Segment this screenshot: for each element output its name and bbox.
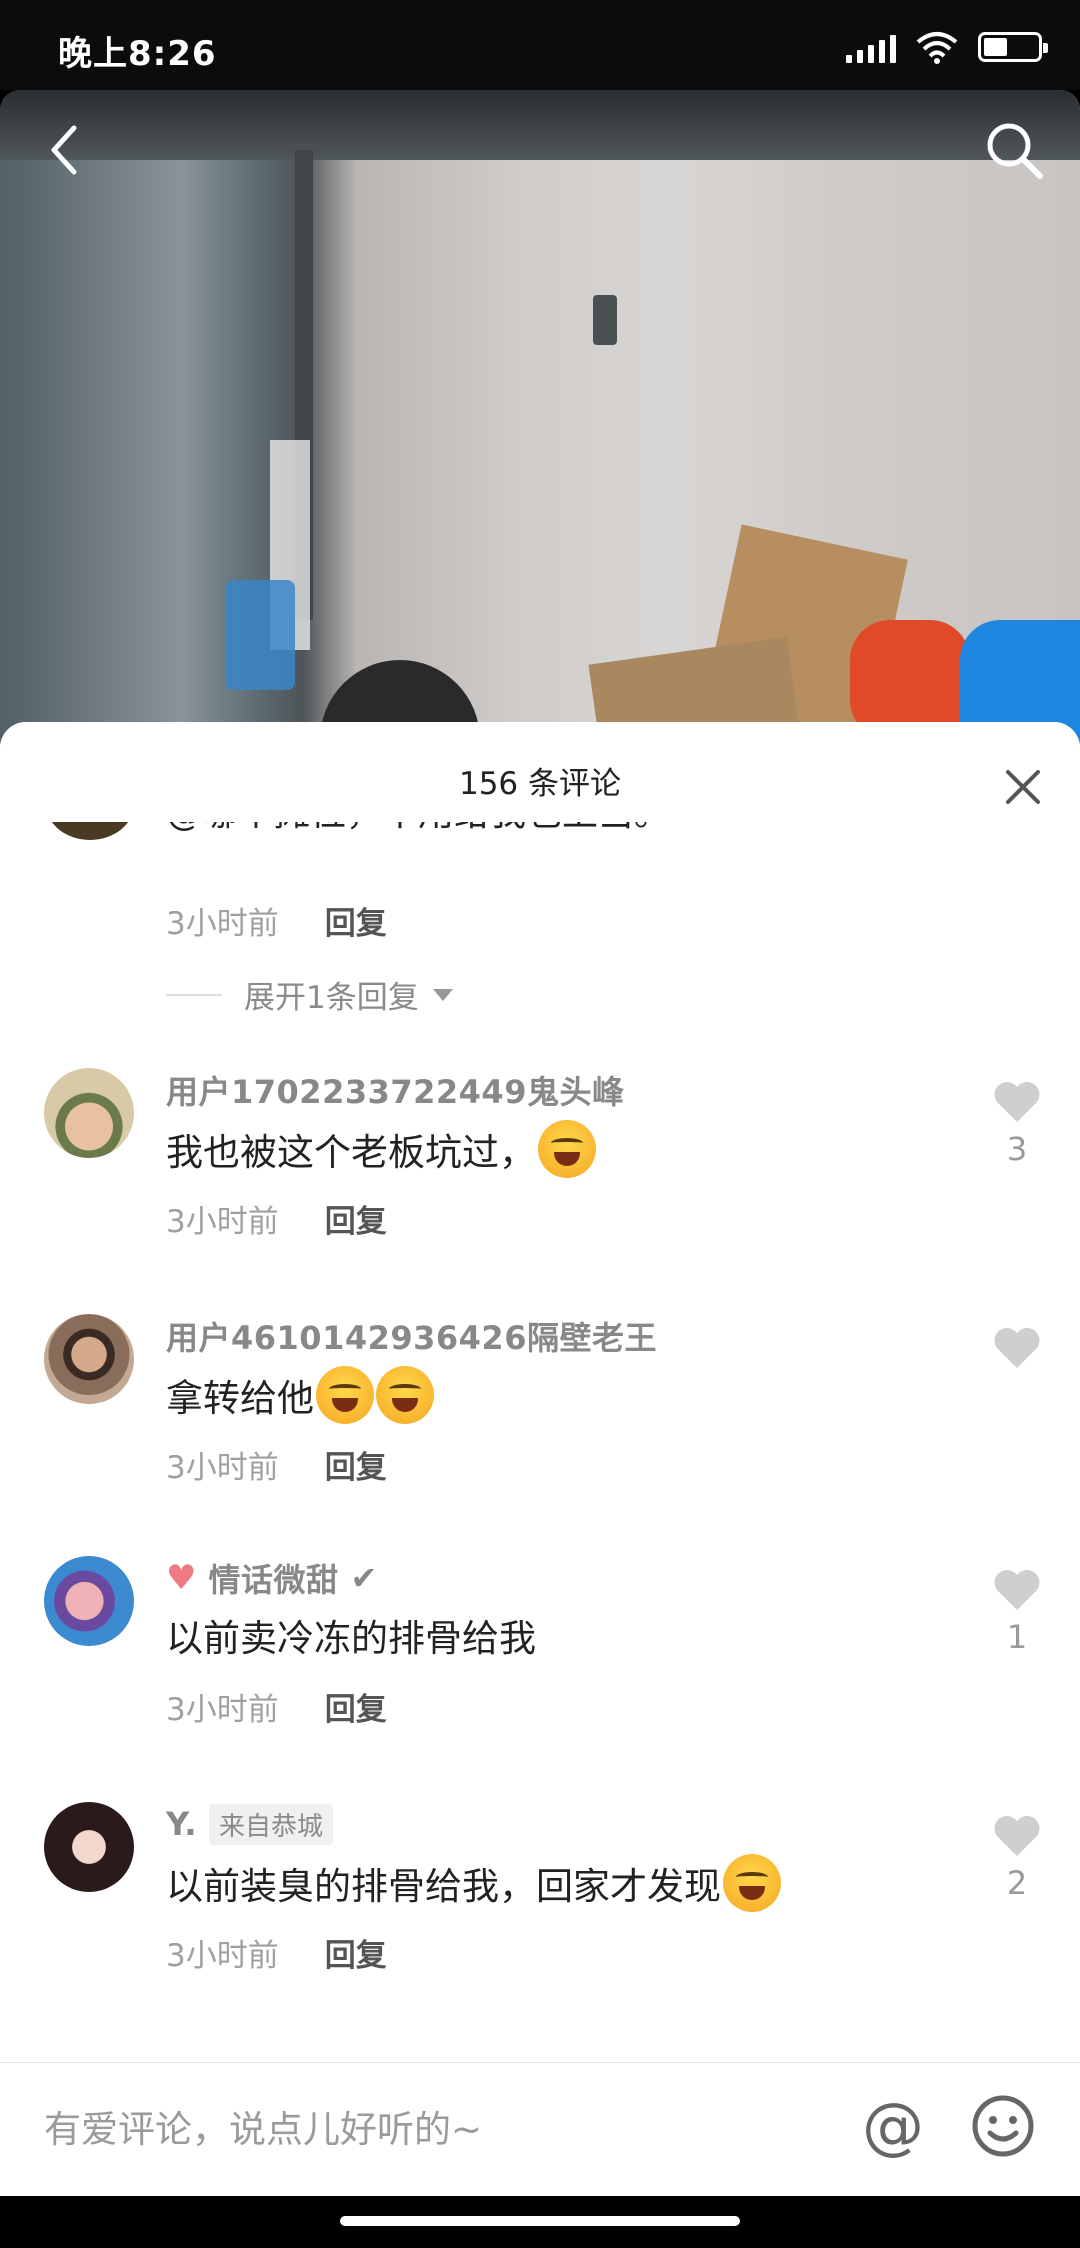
like-button[interactable]: 3 [982, 1080, 1052, 1168]
home-indicator[interactable] [340, 2216, 740, 2226]
comment-text: 拿转给他 [166, 1366, 434, 1424]
status-icons [846, 30, 1048, 64]
comment-time: 3小时前 [166, 1450, 279, 1486]
reply-button[interactable]: 回复 [325, 1442, 387, 1487]
like-button[interactable] [982, 1326, 1052, 1376]
like-count: 3 [1006, 1130, 1028, 1168]
comment-count-title: 156 条评论 [458, 766, 622, 802]
username[interactable]: Y. [166, 1805, 197, 1843]
comment-text: 以前卖冷冻的排骨给我 [166, 1617, 536, 1660]
comment-input-bar: @ [0, 2062, 1080, 2196]
checkmark-icon: ✔ [350, 1559, 378, 1597]
comment-sheet: 156 条评论 @哪个摊位，不用给我也上当。 3小时前 回复 展开1条回复 [0, 722, 1080, 2248]
search-icon[interactable] [980, 116, 1048, 184]
comment-meta: 3小时前 回复 [166, 898, 387, 943]
laughing-crying-emoji [376, 1366, 434, 1424]
reply-button[interactable]: 回复 [325, 1684, 387, 1729]
avatar[interactable] [44, 1068, 134, 1158]
avatar[interactable] [44, 1556, 134, 1646]
comment-time: 3小时前 [166, 1938, 279, 1974]
like-button[interactable]: 2 [982, 1814, 1052, 1902]
heart-icon [994, 1082, 1040, 1122]
username[interactable]: 情话微甜 [208, 1555, 338, 1601]
heart-icon [994, 1328, 1040, 1368]
signal-icon [846, 31, 896, 63]
like-button[interactable]: 1 [982, 1568, 1052, 1656]
comment-meta: 3小时前 回复 [166, 1684, 387, 1729]
crying-face-emoji [538, 1120, 596, 1178]
comment-sheet-header: 156 条评论 [0, 722, 1080, 822]
comment-time: 3小时前 [166, 906, 279, 942]
mention-button[interactable]: @ [858, 2091, 928, 2161]
reply-button[interactable]: 回复 [325, 1196, 387, 1241]
close-icon[interactable] [1000, 764, 1046, 810]
heart-emoji: ♥ [166, 1558, 197, 1598]
chevron-down-icon [432, 988, 453, 1001]
comment-meta: 3小时前 回复 [166, 1930, 387, 1975]
laughing-crying-emoji [316, 1366, 374, 1424]
avatar[interactable] [44, 1802, 134, 1892]
status-time: 晚上8:26 [58, 34, 217, 74]
like-count: 2 [1006, 1864, 1028, 1902]
heart-icon [994, 1570, 1040, 1610]
avatar[interactable] [44, 1314, 134, 1404]
like-count: 1 [1006, 1618, 1028, 1656]
comment-meta: 3小时前 回复 [166, 1196, 387, 1241]
comment-meta: 3小时前 回复 [166, 1442, 387, 1487]
avatar[interactable] [46, 822, 134, 840]
reply-button[interactable]: 回复 [325, 1930, 387, 1975]
smiley-face-icon[interactable] [968, 2091, 1038, 2161]
laughing-crying-emoji [723, 1854, 781, 1912]
video-player[interactable] [0, 90, 1080, 750]
battery-icon [978, 32, 1048, 62]
back-arrow-icon[interactable] [38, 118, 94, 182]
comment-text: 我也被这个老板坑过， [166, 1120, 596, 1178]
username[interactable]: 用户4610142936426隔壁老王 [166, 1313, 657, 1359]
expand-replies-label: 展开1条回复 [244, 980, 419, 1016]
status-bar: 晚上8:26 [0, 0, 1080, 90]
reply-button[interactable]: 回复 [325, 898, 387, 943]
app-screen: 晚上8:26 156 条评论 3小时前 回复 展开1条回复 用户17022337… [0, 0, 1080, 2248]
heart-icon [994, 1816, 1040, 1856]
username[interactable]: 用户1702233722449鬼头峰 [166, 1067, 624, 1113]
expand-replies-button[interactable]: 展开1条回复 [166, 972, 453, 1017]
comment-time: 3小时前 [166, 1204, 279, 1240]
comment-time: 3小时前 [166, 1692, 279, 1728]
comment-text: @哪个摊位，不用给我也上当。 [166, 822, 670, 836]
battery-level-fill [984, 38, 1007, 56]
location-tag: 来自恭城 [209, 1803, 334, 1845]
comment-input[interactable] [44, 2099, 824, 2159]
comment-text: 以前装臭的排骨给我，回家才发现 [166, 1854, 781, 1912]
comment-list[interactable]: @哪个摊位，不用给我也上当。 3小时前 回复 展开1条回复 用户17022337… [0, 822, 1080, 2062]
wifi-icon [916, 32, 958, 64]
